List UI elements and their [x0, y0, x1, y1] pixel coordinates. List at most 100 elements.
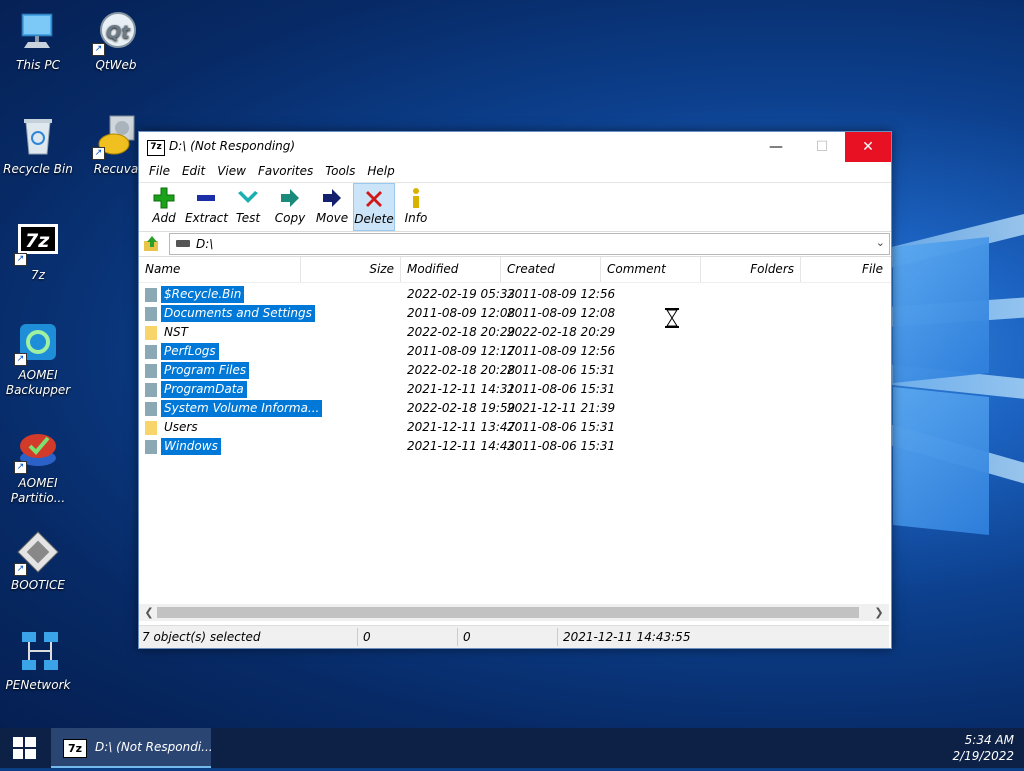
copy-button[interactable]: Copy	[269, 183, 311, 231]
desktop-icon-penetwork[interactable]: PENetwork	[0, 630, 76, 693]
table-row[interactable]: Program Files 2022-02-18 20:28 2011-08-06 …	[139, 361, 889, 380]
status-bar: 7 object(s) selected 0 0 2021-12-11 14:4…	[139, 625, 889, 648]
table-row[interactable]: Windows 2021-12-11 14:43 2011-08-06 15:31	[139, 437, 889, 456]
file-list: $Recycle.Bin 2022-02-19 05:33 2011-08-09 1…	[139, 283, 891, 605]
status-modified-date: 2021-12-11 14:43:55	[563, 630, 691, 644]
table-row[interactable]: PerfLogs 2011-08-09 12:17 2011-08-09 12:56	[139, 342, 889, 361]
menu-favorites[interactable]: Favorites	[252, 162, 319, 182]
horizontal-scrollbar[interactable]: ❮ ❯	[139, 604, 889, 621]
modified-cell: 2022-02-18 20:28	[407, 363, 516, 377]
desktop-icon-recycle-bin[interactable]: Recycle Bin	[0, 114, 76, 177]
file-manager-window: 7z D:\ (Not Responding) — ☐ ✕ File Edit …	[138, 131, 892, 649]
test-label: Test	[235, 211, 261, 225]
minimize-button[interactable]: —	[753, 132, 799, 162]
created-cell: 2011-08-06 15:31	[507, 382, 616, 396]
table-row[interactable]: Documents and Settings 2011-08-09 12:08 20…	[139, 304, 889, 323]
scrollbar-thumb[interactable]	[157, 607, 859, 618]
table-row[interactable]: Users 2021-12-11 13:47 2011-08-06 15:31	[139, 418, 889, 437]
title-bar[interactable]: 7z D:\ (Not Responding) — ☐ ✕	[139, 132, 891, 162]
start-button[interactable]	[0, 728, 48, 768]
file-name: System Volume Informa...	[161, 400, 323, 417]
table-row[interactable]: $Recycle.Bin 2022-02-19 05:33 2011-08-09 1…	[139, 285, 889, 304]
file-name: Documents and Settings	[161, 305, 315, 322]
test-button[interactable]: Test	[227, 183, 269, 231]
qt-logo-icon: Qt ↗	[92, 10, 138, 56]
desktop-icon-7z[interactable]: 7z ↗ 7z	[0, 220, 76, 283]
desktop-icon-label: 7z	[31, 268, 45, 282]
desktop-icon-label: QtWeb	[95, 58, 137, 72]
menu-edit[interactable]: Edit	[176, 162, 211, 182]
column-header-size[interactable]: Size	[301, 257, 401, 282]
scroll-left-icon[interactable]: ❮	[141, 604, 157, 621]
maximize-button[interactable]: ☐	[799, 132, 845, 162]
move-arrow-icon	[323, 189, 341, 207]
menu-view[interactable]: View	[211, 162, 252, 182]
folder-icon	[145, 307, 157, 321]
system-clock[interactable]: 5:34 AM 2/19/2022	[952, 732, 1014, 764]
status-divider	[557, 628, 558, 646]
taskbar-item-7zip[interactable]: 7z D:\ (Not Respondi...	[51, 728, 213, 768]
info-icon	[413, 188, 419, 208]
delete-button[interactable]: Delete	[353, 183, 395, 231]
folder-icon	[145, 288, 157, 302]
desktop-icon-this-pc[interactable]: This PC	[0, 10, 76, 73]
path-combobox[interactable]: D:\ ⌄	[169, 233, 890, 255]
column-header-row: Name Size Modified Created Comment Folde…	[139, 257, 891, 283]
file-name: PerfLogs	[161, 343, 219, 360]
delete-label: Delete	[354, 212, 394, 226]
floppy-disk-icon: ↗	[14, 530, 60, 576]
backup-sync-icon: ↗	[14, 320, 60, 366]
modified-cell: 2021-12-11 14:31	[407, 382, 516, 396]
table-row[interactable]: System Volume Informa... 2022-02-18 19:59…	[139, 399, 889, 418]
column-header-files[interactable]: File	[801, 257, 889, 282]
column-header-created[interactable]: Created	[501, 257, 601, 282]
copy-arrow-icon	[281, 189, 299, 207]
windows-logo-pane	[893, 386, 989, 536]
move-button[interactable]: Move	[311, 183, 353, 231]
desktop-icon-aomei-backupper[interactable]: ↗ AOMEI Backupper	[0, 320, 76, 398]
chevron-down-icon[interactable]: ⌄	[876, 236, 885, 249]
created-cell: 2011-08-06 15:31	[507, 420, 616, 434]
folder-icon	[145, 345, 157, 359]
menu-bar: File Edit View Favorites Tools Help	[139, 162, 891, 182]
status-packed-size: 0	[463, 630, 471, 644]
info-button[interactable]: Info	[395, 183, 437, 231]
column-header-modified[interactable]: Modified	[401, 257, 501, 282]
desktop-icon-qtweb[interactable]: Qt ↗ QtWeb	[78, 10, 154, 73]
monitor-icon	[16, 10, 60, 54]
column-header-name[interactable]: Name	[139, 257, 301, 282]
clock-time: 5:34 AM	[964, 733, 1014, 747]
windows-logo-pane	[893, 236, 989, 384]
column-header-folders[interactable]: Folders	[701, 257, 801, 282]
desktop-icon-label: AOMEI Partitio...	[10, 476, 66, 505]
minus-icon	[197, 195, 215, 201]
column-header-comment[interactable]: Comment	[601, 257, 701, 282]
file-name: Windows	[161, 438, 221, 455]
file-name: NST	[164, 325, 188, 339]
status-size: 0	[363, 630, 371, 644]
desktop-icon-label: Recuva	[93, 162, 139, 176]
extract-button[interactable]: Extract	[185, 183, 228, 231]
desktop-icon-bootice[interactable]: ↗ BOOTICE	[0, 530, 76, 593]
desktop-icon-aomei-partition[interactable]: ↗ AOMEI Partitio...	[0, 428, 76, 506]
svg-text:7z: 7z	[25, 230, 50, 252]
add-button[interactable]: Add	[143, 183, 185, 231]
folder-up-icon[interactable]	[143, 235, 161, 253]
drive-icon	[176, 240, 190, 247]
7zip-app-icon: 7z	[147, 140, 165, 156]
menu-tools[interactable]: Tools	[319, 162, 361, 182]
recycle-bin-icon	[16, 114, 60, 158]
table-row[interactable]: NST 2022-02-18 20:29 2022-02-18 20:29	[139, 323, 889, 342]
shortcut-arrow-icon: ↗	[14, 353, 27, 366]
scroll-right-icon[interactable]: ❯	[871, 604, 887, 621]
menu-file[interactable]: File	[143, 162, 176, 182]
folder-icon	[145, 326, 157, 340]
status-divider	[457, 628, 458, 646]
svg-text:Qt: Qt	[106, 22, 131, 43]
modified-cell: 2011-08-09 12:08	[407, 306, 516, 320]
close-button[interactable]: ✕	[845, 132, 891, 162]
menu-help[interactable]: Help	[361, 162, 400, 182]
table-row[interactable]: ProgramData 2021-12-11 14:31 2011-08-06 15…	[139, 380, 889, 399]
file-name: $Recycle.Bin	[161, 286, 245, 303]
file-name: Program Files	[161, 362, 250, 379]
